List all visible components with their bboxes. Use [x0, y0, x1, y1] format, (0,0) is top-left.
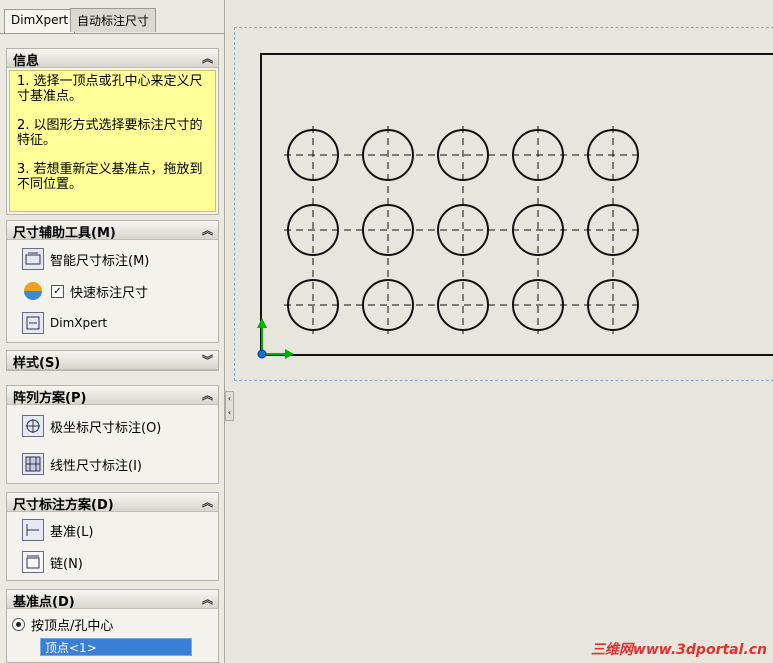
tab-bar: DimXpert 自动标注尺寸: [0, 0, 225, 34]
smart-dimension-icon: [22, 248, 44, 270]
panel-splitter[interactable]: ‹ ‹: [225, 391, 234, 421]
property-manager-panel: DimXpert 自动标注尺寸 信息 ︽ 1. 选择一顶点或孔中心来定义尺寸基准…: [0, 0, 225, 663]
collapse-icon[interactable]: ︽: [202, 387, 213, 403]
linear-dimension-button[interactable]: 线性尺寸标注(I): [22, 451, 142, 477]
chain-icon: [22, 551, 44, 573]
quick-dimension-checkbox[interactable]: ✓: [51, 284, 64, 298]
tab-dimxpert[interactable]: DimXpert: [4, 9, 76, 34]
collapse-icon[interactable]: ︽: [202, 50, 213, 66]
origin-icon: [257, 349, 267, 359]
info-header[interactable]: 信息 ︽: [7, 49, 218, 69]
datum-option-radio[interactable]: 按顶点/孔中心: [12, 611, 113, 637]
dimxpert-button[interactable]: DimXpert: [22, 310, 107, 336]
chain-button[interactable]: 链(N): [22, 549, 83, 575]
info-line: 2. 以图形方式选择要标注尺寸的特征。: [17, 118, 203, 148]
x-axis-arrow-icon: [285, 349, 294, 359]
y-axis-arrow-icon: [257, 318, 267, 328]
watermark: 三维网www.3dportal.cn: [590, 642, 767, 658]
hole-pattern: [284, 126, 642, 334]
quick-dimension-icon: [24, 282, 42, 300]
radio-selected-icon: [12, 617, 25, 631]
dimension-tools-header[interactable]: 尺寸辅助工具(M) ︽: [7, 221, 218, 241]
style-header[interactable]: 样式(S) ︾: [7, 351, 218, 371]
pattern-scheme-header[interactable]: 阵列方案(P) ︽: [7, 386, 218, 406]
baseline-icon: [22, 519, 44, 541]
baseline-button[interactable]: 基准(L): [22, 517, 93, 543]
info-message: 1. 选择一顶点或孔中心来定义尺寸基准点。 2. 以图形方式选择要标注尺寸的特征…: [9, 70, 216, 212]
linear-dimension-icon: [22, 453, 44, 475]
info-line: 3. 若想重新定义基准点，拖放到不同位置。: [17, 162, 203, 192]
datum-selection-list[interactable]: 顶点<1>: [40, 638, 192, 656]
polar-dimension-icon: [22, 415, 44, 437]
datum-header[interactable]: 基准点(D) ︽: [7, 590, 218, 610]
drawing: [257, 53, 773, 359]
expand-icon[interactable]: ︾: [202, 352, 213, 368]
info-group: 信息 ︽ 1. 选择一顶点或孔中心来定义尺寸基准点。 2. 以图形方式选择要标注…: [6, 48, 219, 215]
dimension-scheme-header[interactable]: 尺寸标注方案(D) ︽: [7, 493, 218, 513]
collapse-icon[interactable]: ︽: [202, 222, 213, 238]
info-line: 1. 选择一顶点或孔中心来定义尺寸基准点。: [17, 74, 203, 104]
graphics-area[interactable]: [234, 27, 773, 381]
smart-dimension-button[interactable]: 智能尺寸标注(M): [22, 246, 149, 272]
tab-auto-dimension[interactable]: 自动标注尺寸: [70, 8, 157, 32]
collapse-icon[interactable]: ︽: [202, 494, 213, 510]
style-group: 样式(S) ︾: [6, 350, 219, 371]
quick-dimension-row: ✓ 快速标注尺寸: [24, 278, 148, 304]
polar-dimension-button[interactable]: 极坐标尺寸标注(O): [22, 413, 161, 439]
collapse-icon[interactable]: ︽: [202, 591, 213, 607]
dimxpert-icon: [22, 312, 44, 334]
